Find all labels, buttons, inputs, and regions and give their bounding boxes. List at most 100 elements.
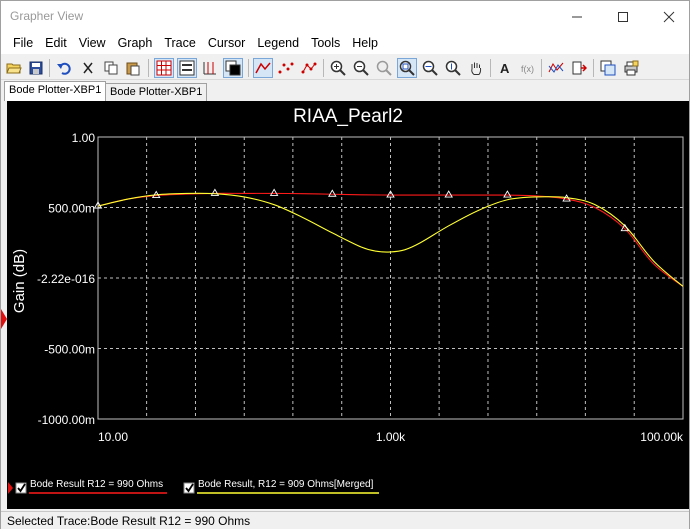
cursors-button[interactable]: [200, 58, 220, 78]
grid: [97, 136, 684, 420]
tab-bode-plotter-1[interactable]: Bode Plotter-XBP1: [4, 81, 107, 101]
lines-icon: [255, 62, 271, 74]
properties-icon: [572, 61, 587, 75]
x-tick-label: 1.00k: [376, 430, 406, 444]
properties-button[interactable]: [569, 58, 589, 78]
menu-view[interactable]: View: [73, 36, 112, 50]
minimize-icon: [572, 16, 582, 17]
zoom-area-button[interactable]: [374, 58, 394, 78]
cut-button[interactable]: [78, 58, 98, 78]
lines-button[interactable]: [253, 58, 273, 78]
undo-button[interactable]: [54, 58, 74, 78]
pan-button[interactable]: [466, 58, 486, 78]
cut-icon: [83, 62, 93, 74]
y-axis-label: Gain (dB): [11, 249, 28, 313]
print-button[interactable]: [621, 58, 641, 78]
grapher-window: Grapher View File Edit View Graph Trace …: [0, 0, 690, 529]
zoom-full-icon: [399, 60, 415, 76]
zoom-full-button[interactable]: [397, 58, 417, 78]
maximize-icon: [618, 11, 628, 22]
math-icon: f(x): [521, 64, 534, 74]
zoom-y-icon: [445, 60, 461, 76]
legend-button[interactable]: [177, 58, 197, 78]
dots-icon: [278, 62, 294, 74]
math-button[interactable]: f(x): [518, 58, 538, 78]
bode-chart[interactable]: RIAA_Pearl2 1.00 500.00m -2.22e-016 -500.00…: [7, 101, 689, 509]
series-marker: [269, 188, 279, 196]
reverse-colors-button[interactable]: [223, 58, 243, 78]
tab-strip: Bode Plotter-XBP1 Bode Plotter-XBP1: [1, 81, 689, 101]
zoom-in-button[interactable]: [328, 58, 348, 78]
reverse-colors-icon: [225, 60, 241, 76]
pan-icon: [471, 62, 482, 75]
legend: Bode Result R12 = 990 Ohms Bode Result, …: [8, 479, 379, 494]
y-tick-label: -500.00m: [44, 343, 95, 357]
legend-icon: [179, 60, 195, 76]
text-button[interactable]: A: [495, 58, 515, 78]
y-tick-label: 1.00: [72, 131, 96, 145]
export-button[interactable]: [546, 58, 566, 78]
menu-help[interactable]: Help: [346, 36, 384, 50]
status-bar: Selected Trace:Bode Result R12 = 990 Ohm…: [1, 511, 689, 529]
status-text: Selected Trace:Bode Result R12 = 990 Ohm…: [7, 514, 251, 528]
cursors-icon: [203, 62, 216, 75]
zoom-in-icon: [330, 60, 346, 76]
y-tick-label: -1000.00m: [38, 413, 95, 427]
open-icon: [6, 63, 22, 74]
zoom-x-icon: [422, 60, 438, 76]
maximize-button[interactable]: [600, 1, 646, 32]
tab-bode-plotter-2[interactable]: Bode Plotter-XBP1: [105, 83, 208, 101]
grid-icon: [156, 60, 172, 76]
legend-label-2: Bode Result, R12 = 909 Ohms[Merged]: [198, 479, 374, 490]
zoom-x-button[interactable]: [420, 58, 440, 78]
svg-text:f(x): f(x): [521, 64, 534, 74]
menu-tools[interactable]: Tools: [305, 36, 346, 50]
svg-text:A: A: [500, 61, 510, 76]
window-title: Grapher View: [10, 9, 84, 23]
undo-icon: [57, 62, 71, 75]
print-icon: [624, 60, 639, 76]
selected-trace-icon: [8, 482, 13, 494]
axes: 1.00 500.00m -2.22e-016 -500.00m -1000.00m 10…: [37, 131, 684, 444]
series-marker: [328, 189, 337, 197]
legend-label-1: Bode Result R12 = 990 Ohms: [30, 479, 163, 490]
paste-icon: [126, 62, 140, 76]
menu-bar: File Edit View Graph Trace Cursor Legend…: [1, 32, 689, 54]
overlay-button[interactable]: [598, 58, 618, 78]
y-tick-label: -2.22e-016: [37, 272, 95, 286]
series-marker: [210, 188, 220, 196]
series-marker: [503, 190, 512, 198]
dots-lines-icon: [301, 62, 317, 74]
text-icon: A: [500, 61, 510, 76]
menu-trace[interactable]: Trace: [158, 36, 202, 50]
chart-title: RIAA_Pearl2: [293, 106, 403, 127]
menu-edit[interactable]: Edit: [39, 36, 73, 50]
series: [93, 188, 684, 287]
export-icon: [548, 62, 564, 73]
save-icon: [29, 61, 43, 75]
zoom-area-icon: [376, 60, 392, 76]
x-tick-label: 100.00k: [640, 430, 684, 444]
title-bar: Grapher View: [1, 1, 689, 32]
menu-cursor[interactable]: Cursor: [202, 36, 252, 50]
toolbar: A f(x): [1, 56, 689, 80]
graph-area[interactable]: RIAA_Pearl2 1.00 500.00m -2.22e-016 -500.00…: [7, 101, 689, 509]
zoom-out-icon: [353, 60, 369, 76]
open-button[interactable]: [4, 58, 24, 78]
copy-button[interactable]: [101, 58, 121, 78]
copy-icon: [104, 61, 118, 75]
menu-legend[interactable]: Legend: [251, 36, 305, 50]
minimize-button[interactable]: [554, 1, 600, 32]
save-button[interactable]: [26, 58, 46, 78]
dots-lines-button[interactable]: [299, 58, 319, 78]
grid-button[interactable]: [154, 58, 174, 78]
dots-button[interactable]: [276, 58, 296, 78]
zoom-y-button[interactable]: [443, 58, 463, 78]
zoom-out-button[interactable]: [351, 58, 371, 78]
menu-graph[interactable]: Graph: [112, 36, 159, 50]
close-icon: [663, 11, 675, 22]
y-tick-label: 500.00m: [48, 202, 95, 216]
close-button[interactable]: [646, 1, 690, 32]
menu-file[interactable]: File: [7, 36, 39, 50]
paste-button[interactable]: [123, 58, 143, 78]
